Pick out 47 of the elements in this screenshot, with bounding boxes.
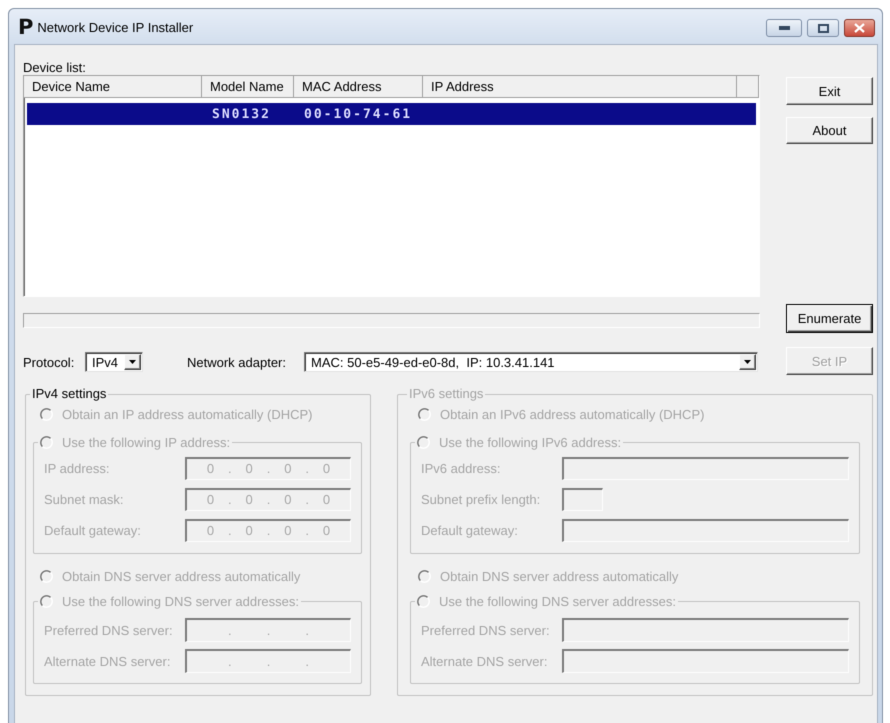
- field-label: Preferred DNS server:: [421, 622, 551, 638]
- field-label: IP address:: [44, 461, 111, 476]
- radio-label: Obtain an IP address automatically (DHCP): [62, 406, 312, 422]
- field-label: Default gateway:: [44, 523, 142, 538]
- field-label: Preferred DNS server:: [44, 622, 174, 638]
- column-header[interactable]: MAC Address: [294, 76, 423, 98]
- radio-label: Obtain DNS server address automatically: [440, 568, 678, 584]
- minimize-icon: [778, 26, 790, 30]
- radio-label: Obtain an IPv6 address automatically (DHCP): [440, 406, 704, 422]
- close-icon: [854, 23, 865, 33]
- adapter-dropdown[interactable]: MAC: 50-e5-49-ed-e0-8d, IP: 10.3.41.141: [304, 352, 758, 372]
- field-label: IPv6 address:: [421, 461, 502, 476]
- caret-down-icon: [744, 360, 751, 364]
- radio-label: Use the following DNS server addresses:: [62, 594, 299, 608]
- protocol-label: Protocol:: [23, 354, 76, 370]
- field-label: Alternate DNS server:: [44, 654, 172, 668]
- group-title: IPv6 settings: [408, 387, 484, 401]
- adapter-label: Network adapter:: [187, 354, 287, 370]
- about-button[interactable]: About: [786, 117, 873, 144]
- field-label: Alternate DNS server:: [421, 654, 548, 668]
- field-label: Subnet prefix length:: [421, 492, 542, 507]
- field-label: Default gateway:: [421, 523, 519, 538]
- minimize-button[interactable]: [766, 19, 802, 37]
- column-header[interactable]: IP Address: [423, 76, 737, 98]
- close-button[interactable]: [844, 19, 875, 37]
- enumerate-button[interactable]: Enumerate: [786, 304, 873, 333]
- window-title: Network Device IP Installer: [37, 20, 194, 35]
- exit-button[interactable]: Exit: [786, 77, 873, 105]
- device-row[interactable]: SN0132 00-10-74-61: [27, 103, 756, 125]
- dropdown-button[interactable]: [124, 354, 141, 370]
- app-logo: P: [18, 16, 34, 38]
- model-name-cell-text: SN0132: [211, 106, 272, 122]
- column-header[interactable]: Device Name: [24, 76, 202, 98]
- field-label: Subnet mask:: [44, 492, 124, 507]
- radio-label: Use the following IP address:: [62, 434, 230, 450]
- column-header[interactable]: Model Name: [202, 76, 294, 98]
- caret-down-icon: [129, 360, 136, 364]
- mac-address-cell-text: 00-10-74-61: [303, 106, 414, 122]
- maximize-button[interactable]: [807, 19, 839, 37]
- radio-label: Use the following DNS server addresses:: [439, 594, 676, 608]
- list-label: Device list:: [23, 61, 87, 75]
- maximize-icon: [818, 24, 828, 32]
- group-title: IPv4 settings: [31, 387, 108, 401]
- radio-label: Obtain DNS server address automatically: [62, 568, 300, 584]
- dropdown-button[interactable]: [739, 354, 756, 370]
- protocol-dropdown[interactable]: IPv4: [85, 352, 143, 372]
- radio-label: Use the following IPv6 address:: [439, 434, 622, 450]
